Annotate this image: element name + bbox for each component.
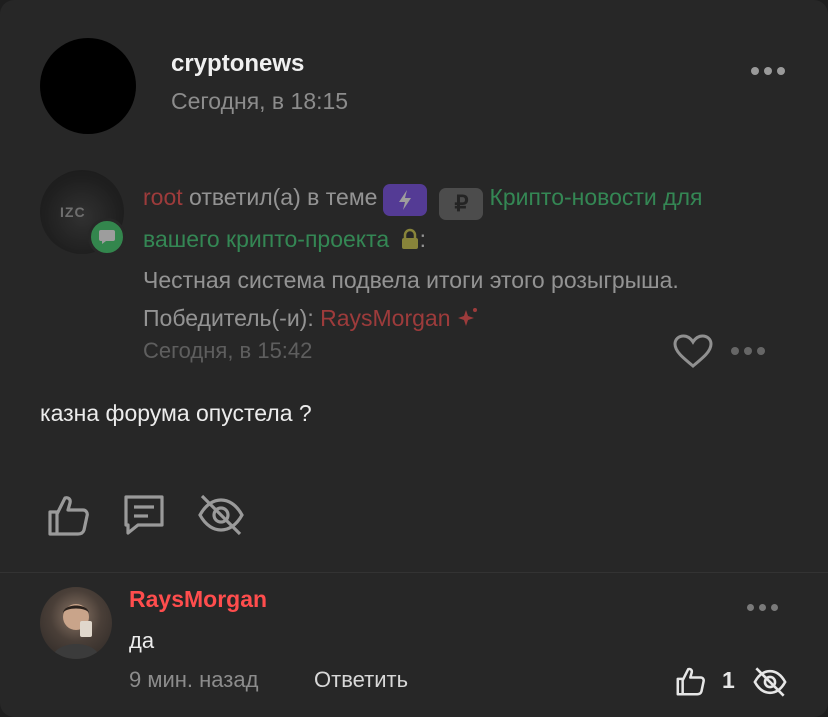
post-time: Сегодня, в 18:15 (171, 88, 349, 114)
comment-time: 9 мин. назад (129, 667, 259, 692)
thumbs-up-icon[interactable] (675, 665, 707, 702)
eye-off-icon[interactable] (752, 664, 788, 705)
like-count: 1 (722, 667, 735, 693)
quote-action: ответил(а) в теме (189, 184, 378, 210)
quote-colon: : (419, 226, 426, 252)
chat-icon (88, 218, 126, 256)
comment-author[interactable]: RaysMorgan (129, 586, 267, 613)
quote-avatar-text: IZC (60, 204, 86, 220)
ruble-tag: ₽ (439, 188, 484, 220)
thumbs-up-icon[interactable] (46, 492, 92, 543)
post-card: cryptonews Сегодня, в 18:15 IZC root отв… (0, 0, 828, 717)
post-more-button[interactable] (751, 67, 785, 75)
more-dots-icon (751, 67, 759, 75)
divider (0, 572, 828, 573)
lightning-icon (383, 184, 428, 216)
reply-button[interactable]: Ответить (314, 667, 408, 693)
quote-time: Сегодня, в 15:42 (143, 338, 313, 363)
heart-icon[interactable] (672, 333, 714, 374)
lock-icon (400, 223, 420, 261)
quote-text: root ответил(а) в теме ₽ Крипто-новости дл… (143, 178, 783, 339)
quote-user[interactable]: root (143, 184, 183, 210)
winner-link[interactable]: RaysMorgan (320, 305, 450, 331)
author-avatar[interactable] (40, 38, 136, 134)
comment-icon[interactable] (120, 491, 168, 544)
comment-more-button[interactable] (747, 604, 778, 611)
quote-more-button[interactable] (731, 347, 765, 355)
comment-text: да (129, 628, 155, 653)
eye-off-icon[interactable] (196, 490, 246, 545)
post-body: казна форума опустела ? (40, 400, 312, 426)
post-actions (46, 490, 246, 545)
comment-avatar[interactable] (40, 587, 112, 659)
sparkle-icon (457, 301, 479, 339)
post-author[interactable]: cryptonews (171, 50, 304, 78)
